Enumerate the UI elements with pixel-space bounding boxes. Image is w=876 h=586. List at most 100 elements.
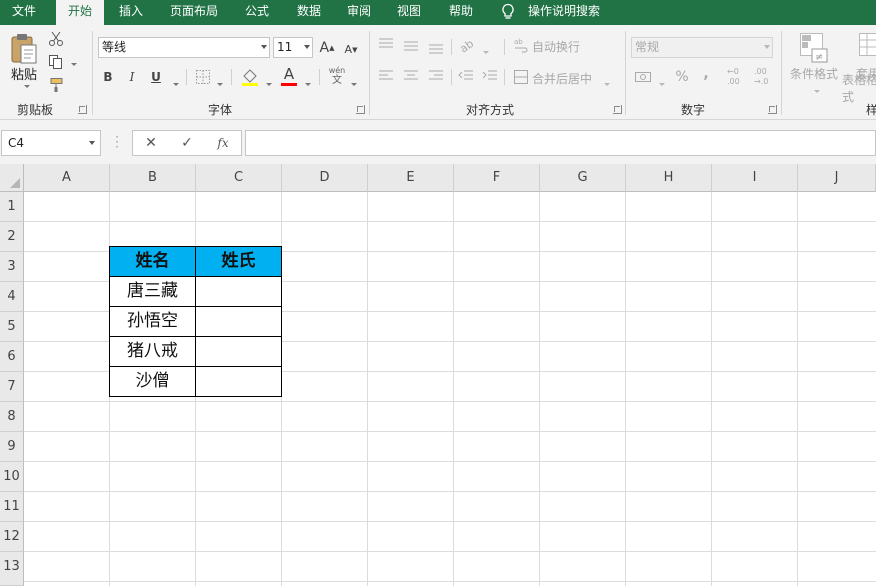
select-all-corner[interactable]: [0, 164, 24, 192]
align-left-icon[interactable]: [378, 69, 394, 83]
borders-dropdown[interactable]: [214, 75, 223, 89]
tab-file[interactable]: 文件: [0, 0, 48, 25]
row-header-12[interactable]: 12: [0, 522, 24, 552]
conditional-format-icon[interactable]: ≠: [799, 32, 829, 64]
column-header-g[interactable]: G: [540, 164, 626, 192]
column-header-c[interactable]: C: [196, 164, 282, 192]
conditional-format-dropdown[interactable]: [811, 82, 820, 96]
table-cell-name[interactable]: 猪八戒: [109, 336, 196, 367]
phonetic-dropdown[interactable]: [348, 75, 357, 89]
row-header-13[interactable]: 13: [0, 552, 24, 586]
column-header-a[interactable]: A: [24, 164, 110, 192]
row-header-7[interactable]: 7: [0, 372, 24, 402]
column-header-i[interactable]: I: [712, 164, 798, 192]
table-cell-name[interactable]: 沙僧: [109, 366, 196, 397]
decrease-indent-icon[interactable]: [458, 69, 474, 83]
row-header-6[interactable]: 6: [0, 342, 24, 372]
tab-page-layout[interactable]: 页面布局: [160, 0, 228, 25]
row-header-8[interactable]: 8: [0, 402, 24, 432]
italic-button[interactable]: I: [124, 67, 140, 87]
conditional-format-button[interactable]: 条件格式: [786, 65, 842, 81]
row-header-11[interactable]: 11: [0, 492, 24, 522]
column-header-f[interactable]: F: [454, 164, 540, 192]
cut-icon[interactable]: [48, 31, 64, 47]
borders-icon[interactable]: [195, 69, 211, 85]
table-header-name[interactable]: 姓名: [109, 246, 196, 277]
alignment-launcher-icon[interactable]: [613, 105, 622, 114]
tell-me-search[interactable]: 操作说明搜索: [528, 0, 600, 22]
column-header-h[interactable]: H: [626, 164, 712, 192]
column-header-e[interactable]: E: [368, 164, 454, 192]
column-header-j[interactable]: J: [798, 164, 876, 192]
tab-home[interactable]: 开始: [56, 0, 104, 25]
orientation-dropdown[interactable]: [480, 43, 489, 57]
align-center-icon[interactable]: [403, 69, 419, 83]
table-cell-name[interactable]: 孙悟空: [109, 306, 196, 337]
font-color-dropdown[interactable]: [302, 75, 311, 89]
format-painter-icon[interactable]: [48, 77, 64, 93]
table-header-surname[interactable]: 姓氏: [195, 246, 282, 277]
tab-help[interactable]: 帮助: [440, 0, 482, 25]
font-size-select[interactable]: 11: [273, 37, 313, 58]
decrease-font-size-button[interactable]: A ▼: [342, 39, 360, 60]
decrease-decimal-button[interactable]: .00 →.0: [754, 67, 774, 89]
column-header-b[interactable]: B: [110, 164, 196, 192]
comma-button[interactable]: ,: [700, 65, 712, 83]
number-launcher-icon[interactable]: [768, 105, 777, 114]
row-header-3[interactable]: 3: [0, 252, 24, 282]
merge-center-dropdown[interactable]: [601, 75, 610, 89]
fill-color-dropdown[interactable]: [263, 75, 272, 89]
increase-indent-icon[interactable]: [482, 69, 498, 83]
underline-dropdown[interactable]: [170, 75, 179, 89]
row-header-4[interactable]: 4: [0, 282, 24, 312]
table-cell-surname[interactable]: [195, 276, 282, 307]
currency-dropdown[interactable]: [656, 75, 665, 89]
formula-input[interactable]: [245, 130, 876, 156]
underline-button[interactable]: U: [148, 67, 164, 87]
increase-font-size-button[interactable]: A ▲: [318, 37, 336, 58]
row-header-2[interactable]: 2: [0, 222, 24, 252]
bold-button[interactable]: B: [100, 67, 116, 87]
paste-button[interactable]: 粘贴: [8, 65, 40, 83]
percent-button[interactable]: %: [674, 68, 690, 86]
row-header-9[interactable]: 9: [0, 432, 24, 462]
increase-decimal-button[interactable]: ←0.00: [727, 67, 747, 89]
table-cell-surname[interactable]: [195, 306, 282, 337]
name-box[interactable]: C4: [1, 130, 101, 156]
number-format-select[interactable]: 常规: [631, 37, 773, 58]
tab-data[interactable]: 数据: [288, 0, 330, 25]
table-cell-surname[interactable]: [195, 336, 282, 367]
tab-view[interactable]: 视图: [388, 0, 430, 25]
copy-dropdown[interactable]: [68, 55, 77, 69]
row-header-10[interactable]: 10: [0, 462, 24, 492]
tab-review[interactable]: 审阅: [338, 0, 380, 25]
orientation-icon[interactable]: ab: [458, 37, 476, 53]
merge-center-icon[interactable]: [513, 69, 529, 85]
tab-formulas[interactable]: 公式: [236, 0, 278, 25]
worksheet-grid[interactable]: A B C D E F G H I J 1 2 3 4 5 6 7 8 9 10…: [0, 164, 876, 586]
cancel-icon[interactable]: ✕: [141, 134, 161, 152]
lightbulb-icon[interactable]: [500, 3, 516, 21]
middle-align-icon[interactable]: [403, 39, 419, 53]
clipboard-launcher-icon[interactable]: [78, 105, 87, 114]
font-color-button[interactable]: A: [280, 65, 298, 83]
enter-icon[interactable]: ✓: [177, 134, 197, 152]
wrap-text-icon[interactable]: ab: [513, 37, 529, 53]
column-header-d[interactable]: D: [282, 164, 368, 192]
merge-center-button[interactable]: 合并后居中: [532, 70, 596, 86]
row-header-5[interactable]: 5: [0, 312, 24, 342]
format-as-table-icon[interactable]: [858, 32, 876, 64]
top-align-icon[interactable]: [378, 37, 394, 51]
insert-function-icon[interactable]: fx: [213, 134, 233, 152]
align-right-icon[interactable]: [428, 69, 444, 83]
paste-dropdown[interactable]: [20, 81, 30, 91]
wrap-text-button[interactable]: 自动换行: [532, 38, 584, 54]
phonetic-guide-button[interactable]: wén 文: [327, 66, 347, 88]
row-header-1[interactable]: 1: [0, 192, 24, 222]
fill-color-icon[interactable]: [240, 68, 260, 86]
bottom-align-icon[interactable]: [428, 41, 444, 55]
font-name-select[interactable]: 等线: [98, 37, 270, 58]
font-launcher-icon[interactable]: [356, 105, 365, 114]
currency-icon[interactable]: [634, 69, 654, 85]
table-cell-surname[interactable]: [195, 366, 282, 397]
